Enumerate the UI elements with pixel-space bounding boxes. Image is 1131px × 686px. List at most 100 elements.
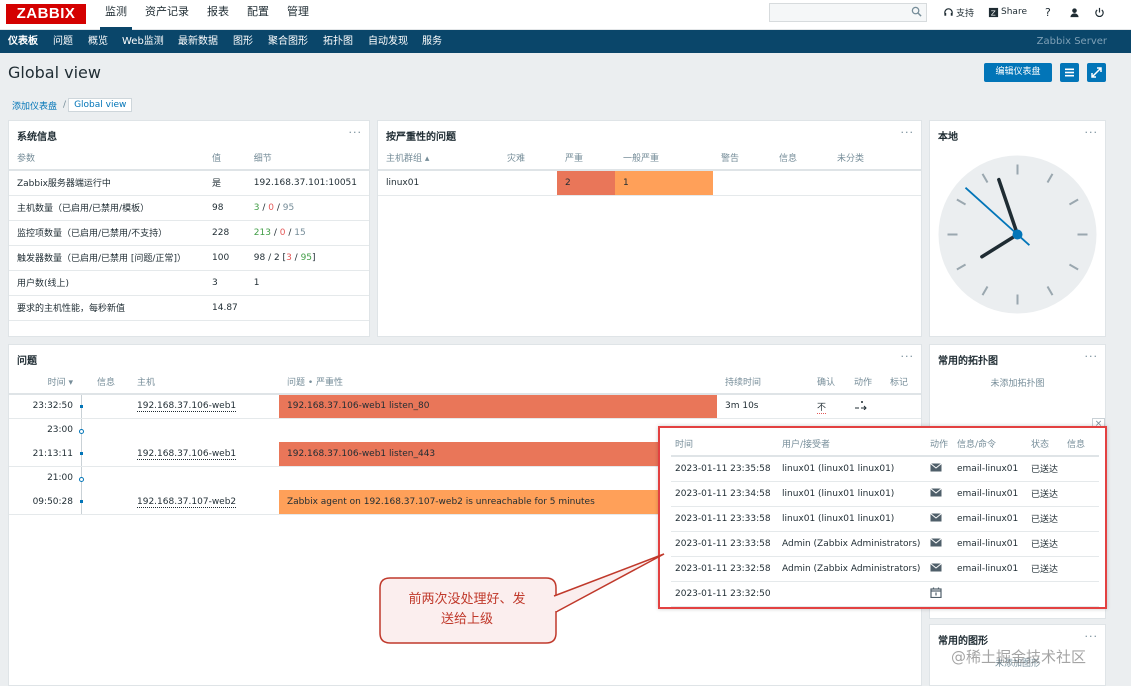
problem-time-link[interactable]: 21:13:11 — [9, 442, 81, 467]
action-row: 2023-01-11 23:33:58 linux01 (linux01 linu… — [671, 506, 1099, 532]
subnav-dashboard[interactable]: 仪表板 — [8, 30, 38, 53]
action-recipient: linux01 (linux01 linux01) — [778, 456, 926, 482]
menu-configuration[interactable]: 配置 — [238, 0, 278, 30]
value-cell: 98 — [204, 195, 246, 221]
unsupported-count: 15 — [294, 227, 306, 238]
subnav-services[interactable]: 服务 — [422, 30, 442, 53]
zabbix-logo[interactable]: ZABBIX — [6, 4, 86, 24]
warning-cell — [713, 170, 771, 196]
action-command: email-linux01 — [953, 456, 1027, 482]
timeline-marker: 21:00 — [47, 473, 73, 484]
disabled-count: 0 — [268, 202, 274, 213]
host-name: 192.168.37.106-web1 — [137, 401, 237, 413]
edit-dashboard-button[interactable]: 编辑仪表盘 — [984, 63, 1052, 82]
action-row: 2023-01-11 23:33:58 Admin (Zabbix Adminis… — [671, 531, 1099, 557]
column-header: 值 — [204, 146, 246, 171]
search-icon[interactable] — [911, 6, 922, 17]
detail-cell: 1 — [245, 270, 369, 296]
column-header-group[interactable]: 主机群组 ▴ — [378, 146, 499, 171]
menu-monitoring[interactable]: 监测 — [96, 0, 136, 31]
user-profile-button[interactable] — [1063, 1, 1086, 23]
subnav-latest-data[interactable]: 最新数据 — [178, 30, 218, 53]
subnav-maps[interactable]: 拓扑图 — [323, 30, 353, 53]
action-status — [1027, 581, 1063, 607]
local-clock-widget: 本地 ··· — [929, 120, 1106, 337]
action-recipient: linux01 (linux01 linux01) — [778, 481, 926, 507]
tags-cell — [882, 394, 921, 419]
widget-menu-button[interactable]: ··· — [1085, 126, 1099, 139]
average-count-cell[interactable]: 1 — [615, 170, 713, 196]
timeline-marker: 23:00 — [47, 425, 73, 436]
widget-menu-button[interactable]: ··· — [1085, 350, 1099, 363]
subnav-web[interactable]: Web监测 — [122, 30, 164, 53]
actions-cell[interactable] — [846, 394, 882, 419]
problem-name[interactable]: 192.168.37.106-web1 listen_80 — [279, 394, 717, 419]
problem-host[interactable]: 192.168.37.106-web1 — [129, 442, 279, 467]
subnav-graphs[interactable]: 图形 — [233, 30, 253, 53]
empty-maps-message: 未添加拓扑图 — [990, 379, 1045, 389]
watermark: @稀土掘金技术社区 — [951, 648, 1087, 666]
ack-link[interactable]: 不 — [809, 394, 846, 419]
problem-time-link[interactable]: 23:32:50 — [9, 394, 81, 419]
table-row: 监控项数量（已启用/已禁用/不支持） 228 213 / 0 / 15 — [9, 220, 369, 246]
search-input[interactable] — [769, 3, 927, 22]
param-cell: 监控项数量（已启用/已禁用/不支持） — [9, 220, 204, 246]
column-header: 时间 — [671, 432, 778, 457]
share-link[interactable]: Z Share — [982, 1, 1033, 23]
column-header-time[interactable]: 时间 ▾ — [9, 370, 81, 395]
action-recipient — [778, 581, 926, 607]
info-cell — [89, 442, 129, 467]
subnav-overview[interactable]: 概览 — [88, 30, 108, 53]
dashboard-menu-button[interactable] — [1060, 63, 1079, 82]
widget-menu-button[interactable]: ··· — [901, 126, 915, 139]
problem-time-link[interactable]: 09:50:28 — [9, 490, 81, 515]
fullscreen-button[interactable] — [1087, 63, 1106, 82]
subnav-problems[interactable]: 问题 — [53, 30, 73, 53]
subnav-screens[interactable]: 聚合图形 — [268, 30, 308, 53]
action-time: 2023-01-11 23:32:50 — [671, 581, 778, 607]
problem-host[interactable]: 192.168.37.106-web1 — [129, 394, 279, 419]
logout-button[interactable] — [1088, 1, 1111, 23]
widget-menu-button[interactable]: ··· — [1085, 630, 1099, 643]
callout-line: 送给上级 — [440, 612, 493, 627]
mail-icon — [930, 512, 942, 521]
support-label: 支持 — [956, 8, 975, 19]
action-type — [926, 481, 953, 507]
menu-inventory[interactable]: 资产记录 — [136, 0, 198, 30]
support-link[interactable]: 支持 — [937, 1, 980, 23]
action-info — [1063, 481, 1099, 507]
action-status: 已送达 — [1027, 481, 1063, 507]
action-row: 2023-01-11 23:32:58 Admin (Zabbix Adminis… — [671, 556, 1099, 582]
mail-icon — [930, 562, 942, 571]
detail-cell — [245, 295, 369, 321]
column-header: 信息 — [1063, 432, 1099, 457]
page-title: Global view — [8, 63, 101, 82]
menu-administration[interactable]: 管理 — [278, 0, 318, 30]
action-info — [1063, 506, 1099, 532]
action-command — [953, 581, 1027, 607]
help-button[interactable]: ? — [1035, 1, 1061, 23]
user-icon — [1070, 7, 1079, 17]
callout-text: 前两次没处理好、发 送给上级 — [384, 590, 550, 630]
breadcrumb-separator: / — [63, 100, 67, 110]
widget-menu-button[interactable]: ··· — [349, 126, 363, 139]
problem-name[interactable]: Zabbix agent on 192.168.37.107-web2 is u… — [279, 490, 717, 515]
param-cell: 要求的主机性能，每秒新值 — [9, 295, 204, 321]
action-row: 2023-01-11 23:32:50 — [671, 581, 1099, 607]
table-row: 触发器数量（已启用/已禁用 [问题/正常]） 100 98 / 2 [3 / 9… — [9, 245, 369, 271]
host-group-link[interactable]: linux01 — [378, 170, 499, 196]
breadcrumb-current[interactable]: Global view — [68, 98, 133, 112]
action-type — [926, 581, 953, 607]
high-count-cell[interactable]: 2 — [557, 170, 615, 196]
column-header: 动作 — [926, 432, 953, 457]
column-header: 确认 — [809, 370, 846, 395]
value-cell: 14.87 — [204, 295, 246, 321]
info-cell — [89, 394, 129, 419]
problem-name[interactable]: 192.168.37.106-web1 listen_443 — [279, 442, 717, 467]
breadcrumb-add-dashboard[interactable]: 添加仪表盘 — [8, 99, 61, 112]
problem-host[interactable]: 192.168.37.107-web2 — [129, 490, 279, 515]
widget-menu-button[interactable]: ··· — [901, 350, 915, 363]
subnav-discovery[interactable]: 自动发现 — [368, 30, 408, 53]
info-cell — [89, 490, 129, 515]
menu-reports[interactable]: 报表 — [198, 0, 238, 30]
